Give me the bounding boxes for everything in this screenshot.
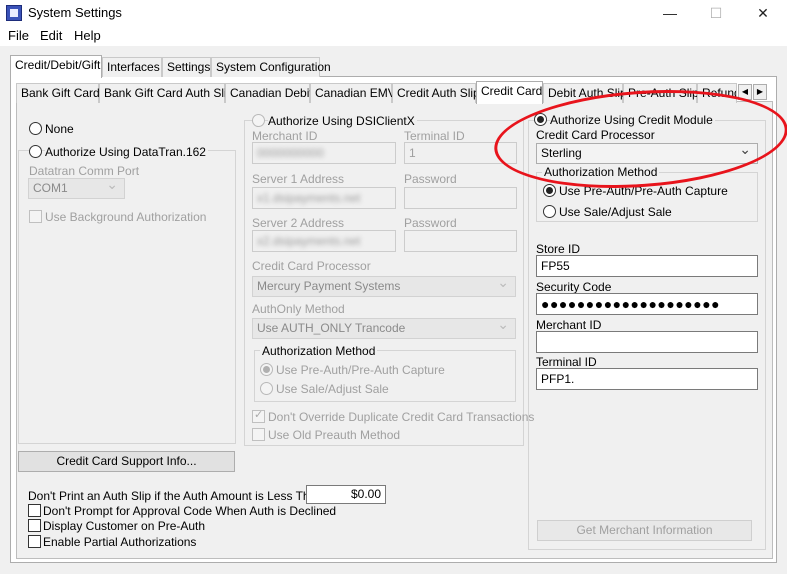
server1-value: x1.dsipayments.net xyxy=(257,191,361,205)
authonly-label: AuthOnly Method xyxy=(252,302,345,316)
dsi-sale-label: Use Sale/Adjust Sale xyxy=(276,382,389,396)
cm-merchant-id-input[interactable] xyxy=(536,331,758,353)
cm-terminal-id-input[interactable]: PFP1. xyxy=(536,368,758,390)
min-amount-input[interactable]: $0.00 xyxy=(306,485,386,504)
cm-processor-select[interactable]: Sterling xyxy=(536,142,758,164)
close-button[interactable]: ✕ xyxy=(740,0,786,26)
comm-port-select[interactable]: COM1 xyxy=(28,177,125,199)
server2-value: x2.dsipayments.net xyxy=(257,234,361,248)
credit-module-radio[interactable] xyxy=(534,113,547,126)
password1-input[interactable] xyxy=(404,187,517,209)
min-amount-label: Don't Print an Auth Slip if the Auth Amo… xyxy=(28,489,323,503)
dsi-preauth-radio[interactable] xyxy=(260,363,273,376)
menu-edit[interactable]: Edit xyxy=(40,28,62,43)
display-customer-label: Display Customer on Pre-Auth xyxy=(43,519,206,533)
credit-card-support-button[interactable]: Credit Card Support Info... xyxy=(18,451,235,472)
main-tab-strip: Credit/Debit/Gift Interfaces Settings Sy… xyxy=(10,55,777,78)
background-auth-checkbox[interactable] xyxy=(29,210,42,223)
dsi-merchant-id-value: 0000000000 xyxy=(257,146,324,160)
minimize-button[interactable]: — xyxy=(647,0,693,26)
cm-sale-label: Use Sale/Adjust Sale xyxy=(559,205,672,219)
app-icon xyxy=(6,5,22,21)
none-radio[interactable] xyxy=(29,122,42,135)
store-id-input[interactable]: FP55 xyxy=(536,255,758,277)
credit-module-label: Authorize Using Credit Module xyxy=(550,113,715,127)
dsi-preauth-label: Use Pre-Auth/Pre-Auth Capture xyxy=(276,363,445,377)
comm-port-label: Datatran Comm Port xyxy=(29,164,140,178)
dsi-processor-label: Credit Card Processor xyxy=(252,259,371,273)
tab-scroll-right-icon[interactable]: ▶ xyxy=(753,84,767,100)
no-override-label: Don't Override Duplicate Credit Card Tra… xyxy=(268,410,535,424)
none-label: None xyxy=(45,122,74,136)
get-merchant-info-button[interactable]: Get Merchant Information xyxy=(537,520,752,541)
cm-terminal-id-label: Terminal ID xyxy=(536,355,597,369)
datatran-label: Authorize Using DataTran.162 xyxy=(45,145,208,159)
old-preauth-label: Use Old Preauth Method xyxy=(268,428,401,442)
no-prompt-checkbox[interactable] xyxy=(28,504,41,517)
menu-help[interactable]: Help xyxy=(74,28,101,43)
authonly-select[interactable]: Use AUTH_ONLY Trancode xyxy=(252,317,516,339)
menu-bar xyxy=(0,26,787,46)
dsi-label: Authorize Using DSIClientX xyxy=(268,114,417,128)
tab-canadian-debit[interactable]: Canadian Debit xyxy=(225,83,313,103)
server2-label: Server 2 Address xyxy=(252,216,345,230)
menu-file[interactable]: File xyxy=(8,28,29,43)
tab-bank-gift-card[interactable]: Bank Gift Card xyxy=(16,83,100,103)
tab-interfaces[interactable]: Interfaces xyxy=(102,57,162,77)
datatran-radio[interactable] xyxy=(29,145,42,158)
cm-sale-radio[interactable] xyxy=(543,205,556,218)
security-code-label: Security Code xyxy=(536,280,612,294)
old-preauth-checkbox[interactable] xyxy=(252,428,265,441)
maximize-button[interactable]: ☐ xyxy=(693,0,739,26)
window-title: System Settings xyxy=(28,5,122,20)
dsi-auth-method-title: Authorization Method xyxy=(260,344,378,358)
tab-credit-debit-gift[interactable]: Credit/Debit/Gift xyxy=(10,55,102,78)
partial-auth-checkbox[interactable] xyxy=(28,535,41,548)
dsi-sale-radio[interactable] xyxy=(260,382,273,395)
server1-input[interactable]: x1.dsipayments.net xyxy=(252,187,396,209)
tab-settings[interactable]: Settings xyxy=(162,57,211,77)
tab-refund[interactable]: Refund xyxy=(697,83,737,103)
tab-bank-gift-card-auth-slip[interactable]: Bank Gift Card Auth Slip xyxy=(99,83,233,103)
cm-preauth-radio[interactable] xyxy=(543,184,556,197)
dsi-merchant-id-input[interactable]: 0000000000 xyxy=(252,142,396,164)
server1-label: Server 1 Address xyxy=(252,172,345,186)
dsi-processor-select[interactable]: Mercury Payment Systems xyxy=(252,275,516,297)
tab-credit-card[interactable]: Credit Card xyxy=(476,81,543,104)
tab-system-configuration[interactable]: System Configuration xyxy=(211,57,331,77)
no-prompt-label: Don't Prompt for Approval Code When Auth… xyxy=(43,504,337,518)
tab-credit-auth-slip[interactable]: Credit Auth Slip xyxy=(392,83,480,103)
cm-merchant-id-label: Merchant ID xyxy=(536,318,602,332)
password1-label: Password xyxy=(404,172,457,186)
store-id-label: Store ID xyxy=(536,242,581,256)
dsi-merchant-id-label: Merchant ID xyxy=(252,129,318,143)
cm-preauth-label: Use Pre-Auth/Pre-Auth Capture xyxy=(559,184,728,198)
password2-input[interactable] xyxy=(404,230,517,252)
no-override-checkbox[interactable] xyxy=(252,408,265,423)
security-code-input[interactable]: ●●●●●●●●●●●●●●●●●●●● xyxy=(536,293,758,315)
cm-auth-method-title: Authorization Method xyxy=(542,165,660,179)
display-customer-checkbox[interactable] xyxy=(28,519,41,532)
sub-tab-strip: Bank Gift Card Bank Gift Card Auth Slip … xyxy=(16,81,773,104)
tab-pre-auth-slip[interactable]: Pre-Auth Slip xyxy=(623,83,699,103)
cm-processor-label: Credit Card Processor xyxy=(536,128,655,142)
dsi-radio[interactable] xyxy=(252,114,265,127)
background-auth-label: Use Background Authorization xyxy=(45,210,207,224)
password2-label: Password xyxy=(404,216,457,230)
partial-auth-label: Enable Partial Authorizations xyxy=(43,535,197,549)
dsi-terminal-id-label: Terminal ID xyxy=(404,129,465,143)
server2-input[interactable]: x2.dsipayments.net xyxy=(252,230,396,252)
tab-scroll-left-icon[interactable]: ◀ xyxy=(738,84,752,100)
dsi-terminal-id-input[interactable]: 1 xyxy=(404,142,517,164)
tab-debit-auth-slip[interactable]: Debit Auth Slip xyxy=(543,83,627,103)
tab-canadian-emv[interactable]: Canadian EMV xyxy=(310,83,396,103)
